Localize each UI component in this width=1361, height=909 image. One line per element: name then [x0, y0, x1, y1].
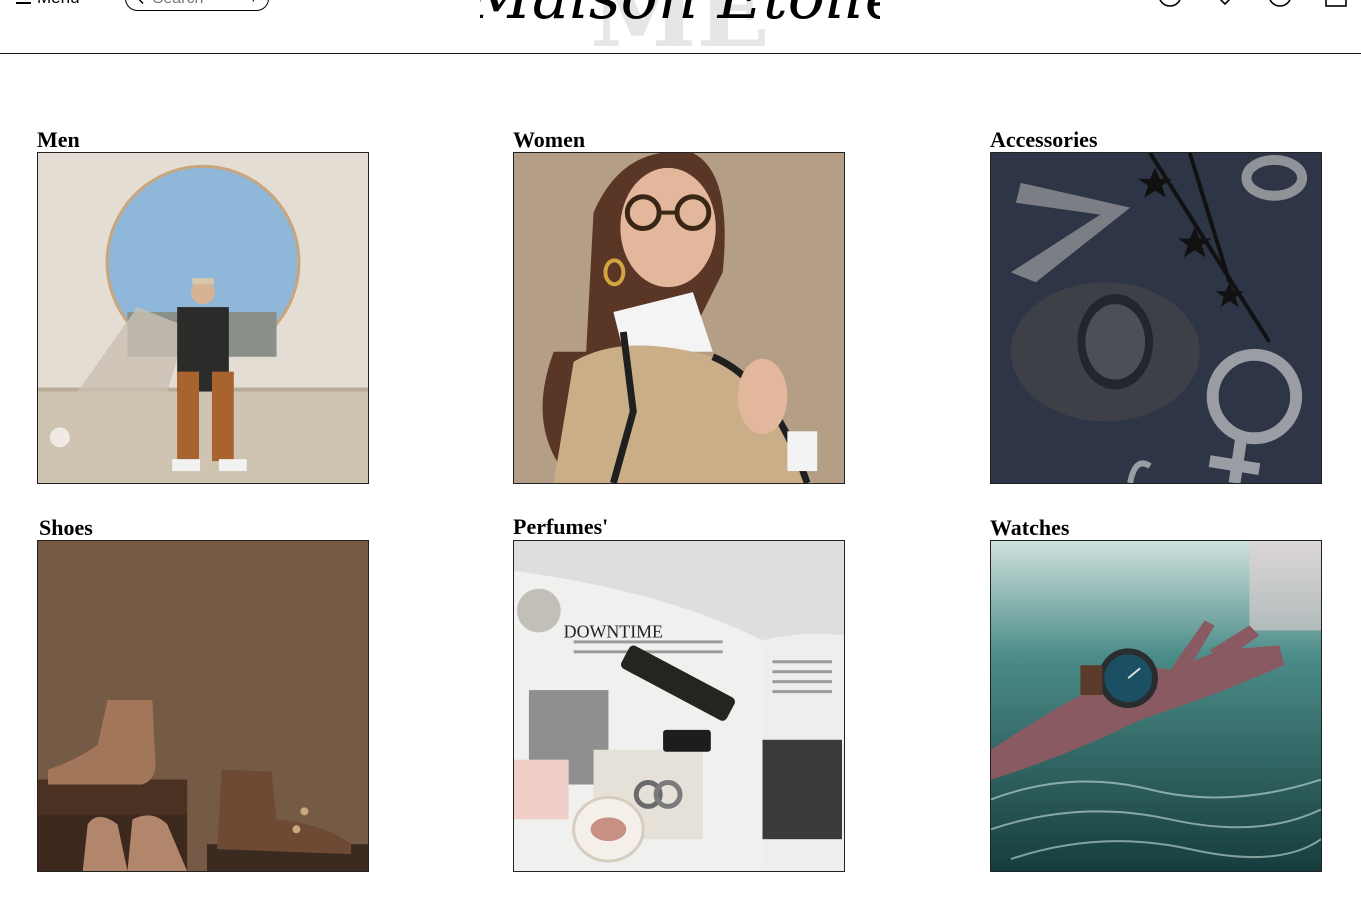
category-image-men[interactable] [37, 152, 369, 484]
account-icon[interactable] [1267, 0, 1293, 8]
shopping-bag-icon[interactable] [1323, 0, 1349, 8]
category-image-women[interactable] [513, 152, 845, 484]
category-title[interactable]: Accessories [990, 127, 1098, 153]
category-image-accessories[interactable] [990, 152, 1322, 484]
category-title[interactable]: Shoes [39, 515, 93, 541]
search-input[interactable] [152, 0, 243, 8]
search-box[interactable]: + [125, 0, 269, 11]
category-title[interactable]: Women [513, 127, 585, 153]
menu-label: Menu [37, 0, 80, 8]
category-image-perfumes[interactable]: DOWNTIME [513, 540, 845, 872]
wishlist-heart-icon[interactable] [1212, 0, 1238, 8]
category-image-shoes[interactable] [37, 540, 369, 872]
help-icon[interactable] [1157, 0, 1183, 8]
category-title[interactable]: Men [37, 127, 80, 153]
category-title[interactable]: Perfumes' [513, 514, 608, 540]
hamburger-icon [16, 0, 31, 4]
category-image-watches[interactable] [990, 540, 1322, 872]
brand-logo[interactable]: ME Maison Étoile [480, 0, 880, 52]
site-header: Menu + ME Maison Étoile [0, 0, 1361, 54]
category-title[interactable]: Watches [990, 515, 1069, 541]
svg-text:DOWNTIME: DOWNTIME [564, 621, 663, 641]
plus-icon[interactable]: + [249, 0, 258, 8]
menu-button[interactable]: Menu [16, 0, 80, 8]
logo-script: Maison Étoile [480, 0, 880, 33]
chevron-left-icon [139, 0, 144, 4]
